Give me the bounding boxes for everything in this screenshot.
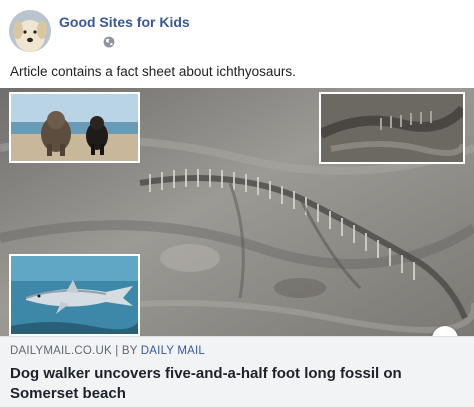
article-headline[interactable]: Dog walker uncovers five-and-a-half foot… (10, 364, 460, 404)
link-source: DAILYMAIL.CO.UK | BY DAILY MAIL (10, 345, 205, 357)
source-separator: | (115, 345, 119, 357)
link-preview-card[interactable]: DAILYMAIL.CO.UK | BY DAILY MAIL Dog walk… (0, 88, 474, 407)
by-label: BY (121, 345, 138, 357)
link-preview-meta[interactable]: DAILYMAIL.CO.UK | BY DAILY MAIL Dog walk… (0, 336, 474, 407)
globe-icon[interactable] (103, 35, 115, 48)
source-domain: DAILYMAIL.CO.UK (10, 345, 112, 357)
ichthyosaur-illustration-inset (9, 254, 140, 336)
facebook-post: Good Sites for Kids Article contains a f… (0, 0, 474, 407)
page-avatar[interactable] (9, 10, 51, 52)
article-image[interactable] (0, 88, 474, 336)
author-link[interactable]: DAILY MAIL (141, 345, 205, 357)
fossil-closeup-inset (319, 92, 465, 164)
dogs-photo-inset (9, 92, 140, 163)
post-caption: Article contains a fact sheet about icht… (10, 64, 296, 79)
page-name-link[interactable]: Good Sites for Kids (59, 14, 190, 30)
